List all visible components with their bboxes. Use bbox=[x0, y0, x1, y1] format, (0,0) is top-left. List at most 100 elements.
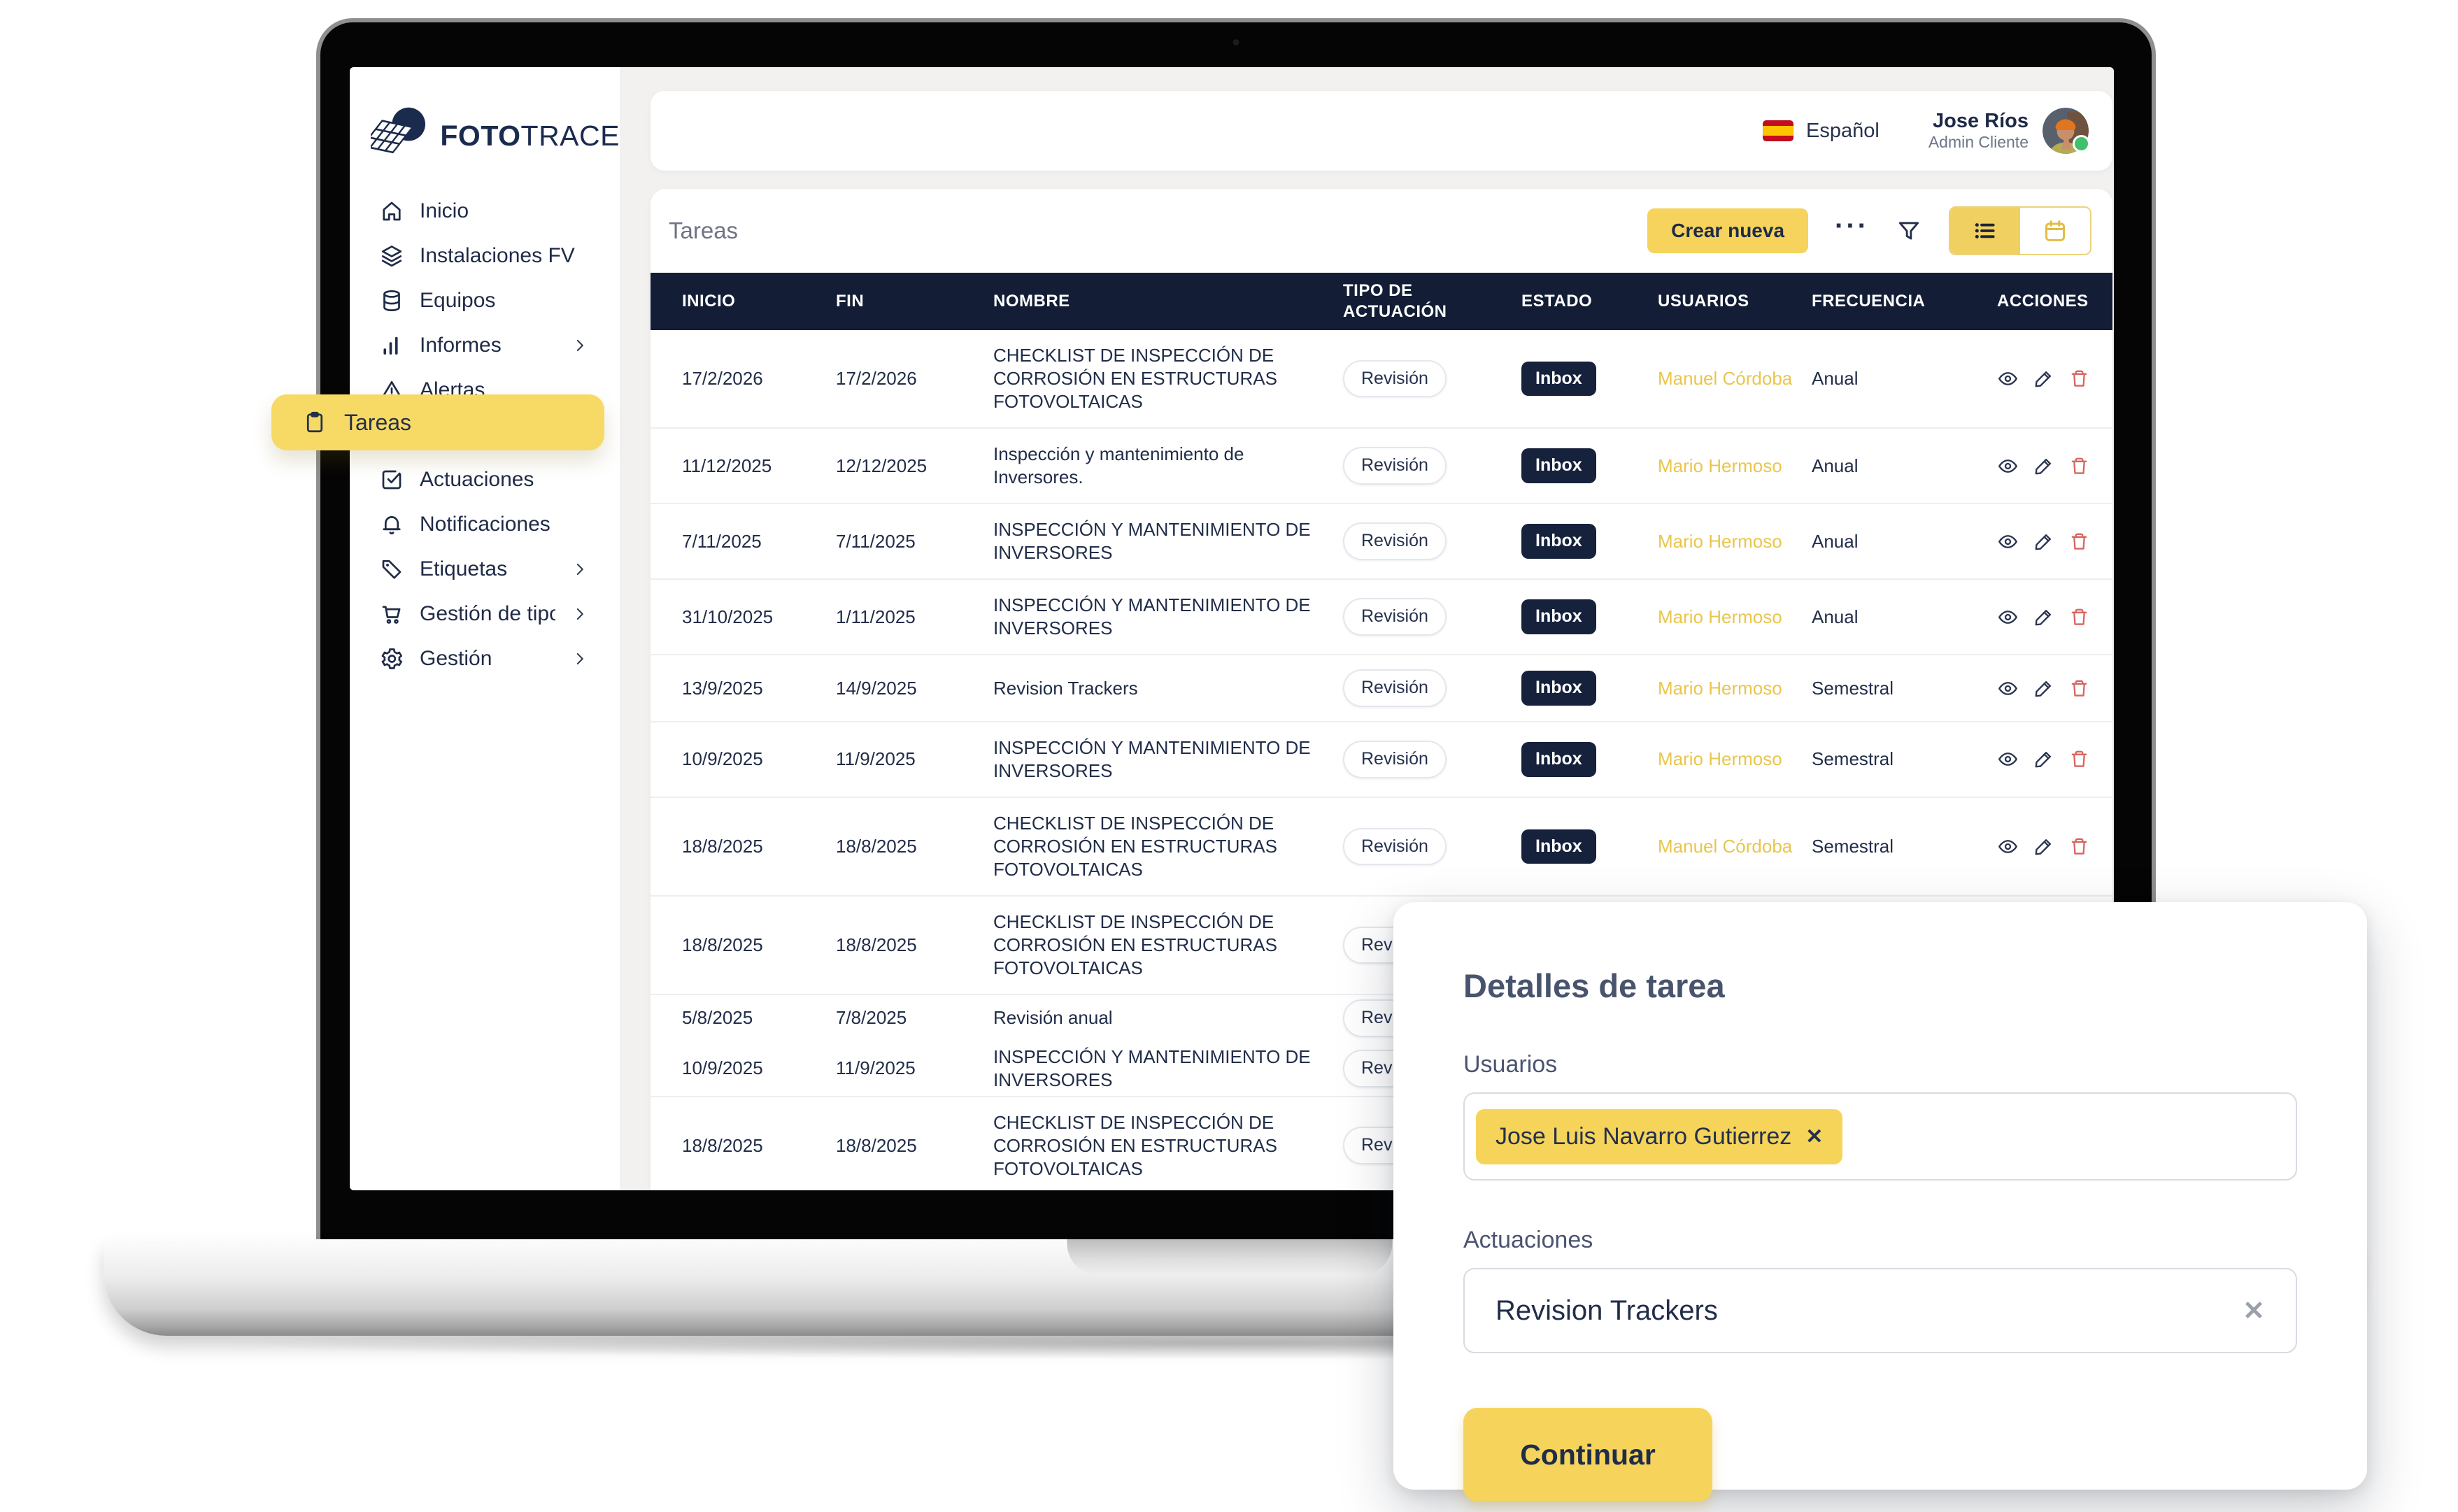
table-row: 13/9/2025 14/9/2025 Revision Trackers Re… bbox=[651, 654, 2112, 721]
estado-badge: Inbox bbox=[1521, 599, 1596, 634]
cell-fin: 7/11/2025 bbox=[836, 530, 993, 553]
trash-icon[interactable] bbox=[2068, 455, 2090, 477]
clear-action-icon[interactable]: ✕ bbox=[2243, 1295, 2265, 1327]
chevron-right-icon bbox=[571, 336, 589, 355]
estado-badge: Inbox bbox=[1521, 671, 1596, 706]
selected-user-tag: Jose Luis Navarro Gutierrez ✕ bbox=[1476, 1109, 1842, 1164]
calendar-view-button[interactable] bbox=[2020, 208, 2090, 254]
eye-icon[interactable] bbox=[1997, 606, 2019, 628]
sidebar-item-gesti-n-de-tipos-de[interactable]: Gestión de tipos de ... bbox=[350, 592, 620, 636]
continue-button[interactable]: Continuar bbox=[1463, 1408, 1712, 1502]
solar-panel-logo-icon bbox=[371, 104, 430, 168]
user-link[interactable]: Mario Hermoso bbox=[1658, 531, 1782, 552]
column-header: NOMBRE bbox=[993, 291, 1343, 312]
table-row: 11/12/2025 12/12/2025 Inspección y mante… bbox=[651, 427, 2112, 503]
column-header: INICIO bbox=[682, 291, 836, 312]
cell-estado: Inbox bbox=[1521, 599, 1658, 634]
table-row: 10/9/2025 11/9/2025 INSPECCIÓN Y MANTENI… bbox=[651, 721, 2112, 797]
user-link[interactable]: Mario Hermoso bbox=[1658, 455, 1782, 476]
calendar-icon bbox=[2041, 217, 2069, 245]
pencil-icon[interactable] bbox=[2033, 455, 2054, 477]
bell-icon bbox=[379, 512, 404, 537]
cell-fin: 18/8/2025 bbox=[836, 934, 993, 957]
sidebar-item-label: Gestión de tipos de ... bbox=[420, 602, 555, 626]
bar-chart-icon bbox=[379, 333, 404, 358]
tipo-badge: Revisión bbox=[1343, 669, 1447, 707]
trash-icon[interactable] bbox=[2068, 748, 2090, 770]
cell-acciones bbox=[1997, 836, 2091, 857]
estado-badge: Inbox bbox=[1521, 829, 1596, 864]
sidebar-item-notificaciones[interactable]: Notificaciones bbox=[350, 502, 620, 547]
sidebar-item-gesti-n[interactable]: Gestión bbox=[350, 636, 620, 681]
trash-icon[interactable] bbox=[2068, 836, 2090, 857]
gear-icon bbox=[379, 646, 404, 671]
more-options-icon[interactable]: ··· bbox=[1835, 226, 1869, 236]
trash-icon[interactable] bbox=[2068, 678, 2090, 699]
selected-action-value: Revision Trackers bbox=[1496, 1295, 1718, 1327]
sidebar-item-actuaciones[interactable]: Actuaciones bbox=[350, 457, 620, 502]
eye-icon[interactable] bbox=[1997, 455, 2019, 477]
chevron-right-icon bbox=[571, 605, 589, 623]
cell-inicio: 10/9/2025 bbox=[682, 1057, 836, 1080]
user-link[interactable]: Manuel Córdoba bbox=[1658, 836, 1792, 857]
list-icon bbox=[1971, 217, 1999, 245]
sidebar-item-label: Etiquetas bbox=[420, 557, 507, 581]
table-row: 17/2/2026 17/2/2026 CHECKLIST DE INSPECC… bbox=[651, 330, 2112, 427]
cell-usuarios: Mario Hermoso bbox=[1658, 530, 1812, 553]
pencil-icon[interactable] bbox=[2033, 678, 2054, 699]
cell-nombre: CHECKLIST DE INSPECCIÓN DE CORROSIÓN EN … bbox=[993, 344, 1343, 413]
pencil-icon[interactable] bbox=[2033, 531, 2054, 552]
pencil-icon[interactable] bbox=[2033, 368, 2054, 390]
list-view-button[interactable] bbox=[1950, 208, 2020, 254]
sidebar-item-etiquetas[interactable]: Etiquetas bbox=[350, 547, 620, 592]
pencil-icon[interactable] bbox=[2033, 606, 2054, 628]
filter-icon[interactable] bbox=[1896, 217, 1922, 244]
sidebar-item-tareas-active[interactable]: Tareas bbox=[271, 394, 604, 450]
estado-badge: Inbox bbox=[1521, 742, 1596, 777]
eye-icon[interactable] bbox=[1997, 531, 2019, 552]
sidebar-item-informes[interactable]: Informes bbox=[350, 323, 620, 368]
eye-icon[interactable] bbox=[1997, 836, 2019, 857]
create-task-button[interactable]: Crear nueva bbox=[1647, 208, 1808, 253]
cell-nombre: INSPECCIÓN Y MANTENIMIENTO DE INVERSORES bbox=[993, 594, 1343, 640]
cell-tipo: Revisión bbox=[1343, 741, 1521, 778]
cell-fin: 11/9/2025 bbox=[836, 748, 993, 771]
avatar[interactable] bbox=[2043, 108, 2089, 154]
topbar: Español Jose Ríos Admin Cliente bbox=[651, 91, 2112, 171]
eye-icon[interactable] bbox=[1997, 368, 2019, 390]
user-names: Jose Ríos Admin Cliente bbox=[1928, 110, 2029, 152]
tipo-badge: Revisión bbox=[1343, 522, 1447, 560]
sidebar-item-inicio[interactable]: Inicio bbox=[350, 189, 620, 234]
users-label: Usuarios bbox=[1463, 1051, 2297, 1078]
brand-name-light: TRACE bbox=[521, 120, 620, 152]
trash-icon[interactable] bbox=[2068, 531, 2090, 552]
user-link[interactable]: Mario Hermoso bbox=[1658, 606, 1782, 627]
column-header: USUARIOS bbox=[1658, 291, 1812, 312]
laptop-mockup-stage: FOTOTRACE Inicio Instalaciones FV Equipo… bbox=[0, 0, 2458, 1512]
cell-frecuencia: Semestral bbox=[1812, 835, 1997, 858]
tag-icon bbox=[379, 557, 404, 582]
pencil-icon[interactable] bbox=[2033, 748, 2054, 770]
eye-icon[interactable] bbox=[1997, 748, 2019, 770]
remove-user-icon[interactable]: ✕ bbox=[1805, 1125, 1823, 1149]
sidebar-item-equipos[interactable]: Equipos bbox=[350, 278, 620, 323]
eye-icon[interactable] bbox=[1997, 678, 2019, 699]
cell-nombre: CHECKLIST DE INSPECCIÓN DE CORROSIÓN EN … bbox=[993, 911, 1343, 980]
trash-icon[interactable] bbox=[2068, 606, 2090, 628]
cell-fin: 14/9/2025 bbox=[836, 677, 993, 700]
trash-icon[interactable] bbox=[2068, 368, 2090, 390]
users-multiselect-input[interactable]: Jose Luis Navarro Gutierrez ✕ bbox=[1463, 1092, 2297, 1181]
pencil-icon[interactable] bbox=[2033, 836, 2054, 857]
action-select-input[interactable]: Revision Trackers ✕ bbox=[1463, 1268, 2297, 1353]
user-link[interactable]: Manuel Córdoba bbox=[1658, 368, 1792, 389]
cell-nombre: INSPECCIÓN Y MANTENIMIENTO DE INVERSORES bbox=[993, 1046, 1343, 1092]
language-selector[interactable]: Español bbox=[1763, 120, 1880, 143]
user-link[interactable]: Mario Hermoso bbox=[1658, 678, 1782, 699]
user-menu[interactable]: Jose Ríos Admin Cliente bbox=[1928, 108, 2089, 154]
cell-tipo: Revisión bbox=[1343, 828, 1521, 866]
sidebar-item-label: Instalaciones FV bbox=[420, 244, 575, 268]
cell-fin: 17/2/2026 bbox=[836, 367, 993, 390]
cell-acciones bbox=[1997, 678, 2091, 699]
sidebar-item-instalaciones-fv[interactable]: Instalaciones FV bbox=[350, 234, 620, 278]
user-link[interactable]: Mario Hermoso bbox=[1658, 748, 1782, 769]
